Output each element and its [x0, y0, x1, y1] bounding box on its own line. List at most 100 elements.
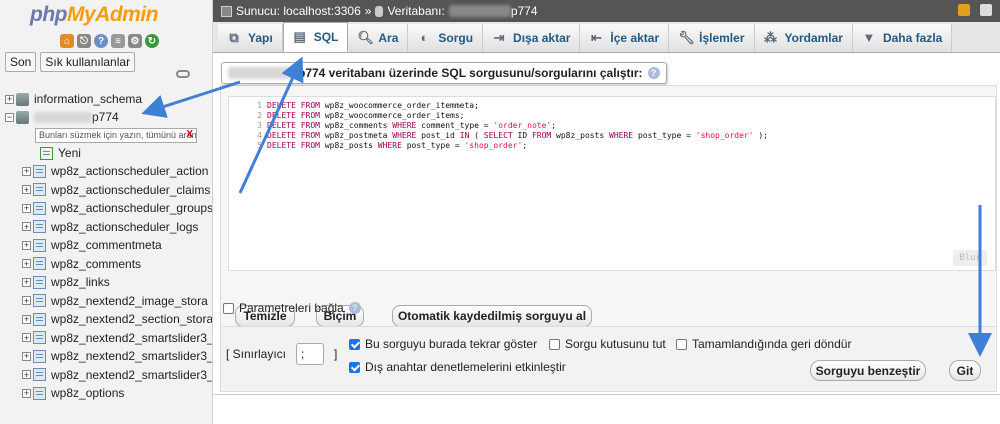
- tree-table-item[interactable]: + wp8z_actionscheduler_action: [22, 162, 208, 180]
- tab-query[interactable]: ◐ Sorgu: [408, 24, 484, 52]
- home-icon[interactable]: ⌂: [60, 34, 74, 48]
- settings-icon[interactable]: [958, 4, 970, 16]
- expand-icon[interactable]: +: [22, 333, 31, 342]
- reload-icon[interactable]: ↻: [145, 34, 159, 48]
- sql-icon: ▤: [293, 29, 306, 44]
- code-line: 2 DELETE FROM wp8z_woocommerce_order_item…: [229, 111, 995, 121]
- expand-icon[interactable]: +: [22, 370, 31, 379]
- breadcrumb-server[interactable]: Sunucu: localhost:3306: [236, 4, 361, 18]
- tab-search[interactable]: 🔍︎ Ara: [348, 24, 409, 52]
- table-label: wp8z_comments: [51, 256, 142, 271]
- breadcrumb: Sunucu: localhost:3306 » Veritabanı: p77…: [213, 0, 1000, 22]
- fk-checks-option[interactable]: Dış anahtar denetlemelerini etkinleştir: [349, 360, 566, 374]
- expand-icon[interactable]: +: [22, 240, 31, 250]
- expand-icon[interactable]: +: [22, 296, 31, 305]
- table-icon: [33, 220, 46, 233]
- show-query-again-checkbox[interactable]: [349, 338, 360, 350]
- export-icon: ⇥: [493, 30, 505, 45]
- recent-tab[interactable]: Son: [5, 52, 37, 72]
- fk-checks-checkbox[interactable]: [349, 361, 360, 373]
- tree-table-item[interactable]: + wp8z_nextend2_smartslider3_: [22, 366, 212, 384]
- expand-icon[interactable]: +: [22, 222, 31, 231]
- tab-sql[interactable]: ▤ SQL: [282, 22, 349, 52]
- expand-icon[interactable]: +: [5, 94, 14, 104]
- tree-db-current[interactable]: − p774: [5, 108, 119, 126]
- phpmyadmin-logo[interactable]: phpMyAdmin: [30, 3, 158, 27]
- docs-icon[interactable]: ≡: [111, 34, 125, 48]
- expand-icon[interactable]: +: [22, 166, 31, 176]
- expand-icon[interactable]: +: [22, 351, 31, 361]
- breadcrumb-db-label[interactable]: Veritabanı:: [387, 4, 444, 18]
- tab-more[interactable]: ▼ Daha fazla: [852, 24, 953, 52]
- tree-table-item[interactable]: + wp8z_actionscheduler_logs: [22, 218, 198, 236]
- expand-icon[interactable]: +: [22, 203, 31, 213]
- tree-table-item[interactable]: + wp8z_actionscheduler_groups: [22, 199, 213, 217]
- tree-table-item[interactable]: + wp8z_commentmeta: [22, 236, 162, 254]
- tab-structure[interactable]: ⧉ Yapı: [218, 24, 283, 52]
- blur-label: Blur: [953, 250, 987, 266]
- tree-table-item[interactable]: + wp8z_links: [22, 273, 110, 291]
- go-button[interactable]: Git: [949, 360, 981, 381]
- breadcrumb-db[interactable]: p774: [511, 4, 538, 18]
- rollback-option[interactable]: Tamamlandığında geri döndür: [676, 337, 851, 351]
- import-icon: ⇤: [590, 30, 602, 45]
- delimiter-bracket: ]: [334, 347, 338, 361]
- option-label: Tamamlandığında geri döndür: [692, 337, 852, 351]
- tree-table-item[interactable]: + wp8z_options: [22, 384, 124, 402]
- tab-label: İçe aktar: [610, 31, 660, 45]
- option-label: Dış anahtar denetlemelerini etkinleştir: [365, 360, 566, 374]
- tab-import[interactable]: ⇤ İçe aktar: [580, 24, 670, 52]
- sql-editor[interactable]: 1 DELETE FROM wp8z_woocommerce_order_item…: [228, 96, 996, 271]
- tree-table-item[interactable]: + wp8z_actionscheduler_claims: [22, 181, 210, 199]
- table-filter-input[interactable]: Bunları süzmek için yazın, tümünü aran X: [35, 128, 197, 143]
- expand-icon[interactable]: +: [22, 314, 31, 324]
- gear-icon[interactable]: ⚙: [128, 34, 142, 48]
- bind-parameters-checkbox[interactable]: [223, 302, 234, 314]
- table-label: wp8z_actionscheduler_groups: [51, 201, 213, 215]
- tab-routines[interactable]: ⁂ Yordamlar: [754, 24, 853, 52]
- new-table-icon: [40, 146, 53, 160]
- delimiter-input[interactable]: ;: [296, 343, 325, 365]
- tree-table-item[interactable]: + wp8z_nextend2_image_stora: [22, 292, 208, 310]
- tree-table-item[interactable]: + wp8z_nextend2_section_stora: [22, 310, 212, 328]
- help-icon[interactable]: ?: [348, 302, 361, 314]
- link-with-main-panel-icon[interactable]: [176, 70, 190, 78]
- help-icon[interactable]: ?: [94, 34, 108, 48]
- tree-table-item[interactable]: + wp8z_comments: [22, 255, 141, 273]
- tree-table-item[interactable]: + wp8z_nextend2_smartslider3_: [22, 347, 212, 365]
- logout-icon[interactable]: ⎋: [77, 34, 91, 48]
- tab-operations[interactable]: 🔧︎ İşlemler: [669, 24, 755, 52]
- db-label: information_schema: [34, 92, 143, 106]
- favorites-tab[interactable]: Sık kullanılanlar: [40, 52, 136, 72]
- keep-query-box-option[interactable]: Sorgu kutusunu tut: [549, 337, 666, 351]
- expand-icon[interactable]: +: [22, 185, 31, 194]
- keep-query-box-checkbox[interactable]: [549, 338, 560, 350]
- collapse-page-icon[interactable]: [980, 4, 992, 16]
- help-icon[interactable]: ?: [647, 67, 660, 79]
- table-icon: [33, 183, 46, 196]
- tab-label: Sorgu: [438, 31, 474, 45]
- bind-parameters[interactable]: Parametreleri bağla ?: [223, 301, 361, 315]
- delimiter-group: [ Sınırlayıcı ; ]: [226, 343, 337, 365]
- navigation-panel: phpMyAdmin ⌂ ⎋ ? ≡ ⚙ ↻ Son Sık kullanıla…: [0, 0, 213, 424]
- tree-db-information-schema[interactable]: + information_schema: [5, 90, 142, 108]
- show-query-again-option[interactable]: Bu sorguyu burada tekrar göster: [349, 337, 537, 351]
- tree-new-table[interactable]: Yeni: [40, 144, 81, 162]
- tab-export[interactable]: ⇥ Dışa aktar: [483, 24, 581, 52]
- expand-icon[interactable]: +: [22, 277, 31, 287]
- redacted-db-name: [34, 111, 92, 123]
- get-autosaved-query-button[interactable]: Otomatik kaydedilmiş sorguyu al: [392, 305, 592, 327]
- simulate-query-button[interactable]: Sorguyu benzeştir: [810, 360, 926, 381]
- expand-icon[interactable]: +: [22, 388, 31, 398]
- collapse-icon[interactable]: −: [5, 112, 14, 122]
- rollback-checkbox[interactable]: [676, 338, 687, 350]
- clear-filter-icon[interactable]: X: [186, 129, 193, 140]
- search-icon: 🔍︎: [357, 30, 374, 45]
- tab-label: Ara: [378, 31, 399, 45]
- tab-label: İşlemler: [699, 31, 745, 45]
- query-heading-text: p774 veritabanı üzerinde SQL sorgusunu/s…: [298, 66, 643, 80]
- tree-table-item[interactable]: + wp8z_nextend2_smartslider3_: [22, 329, 212, 347]
- query-options: [ Sınırlayıcı ; ] Bu sorguyu burada tekr…: [220, 326, 997, 392]
- table-icon: [33, 201, 46, 215]
- expand-icon[interactable]: +: [22, 259, 31, 268]
